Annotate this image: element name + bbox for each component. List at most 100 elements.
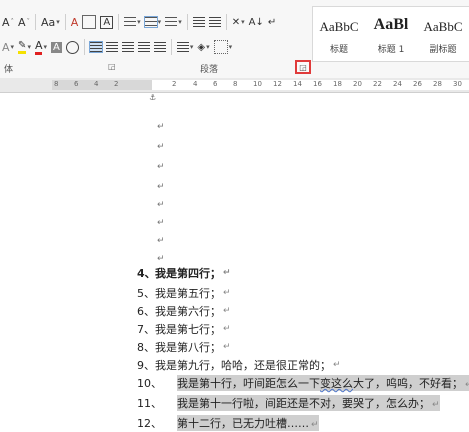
ruler-tick-label: 6 <box>213 80 218 88</box>
ribbon-row-2: A ▾ ✎ ▾ A ▾ A ▾ ◈ ▾ ▾ <box>0 36 234 58</box>
group-label-font: 体 <box>4 65 14 75</box>
align-center-icon <box>105 42 118 52</box>
text-effect-button[interactable]: A ▾ <box>0 38 16 56</box>
ruler-tick-label: 22 <box>373 80 382 88</box>
borders-button[interactable]: ▾ <box>212 38 235 56</box>
chinese-layout-button[interactable]: ✕ ▾ <box>230 13 247 31</box>
chinese-layout-icon: ✕ <box>231 16 241 28</box>
horizontal-ruler[interactable]: 8 6 4 2 2 4 6 8 10 12 14 16 18 20 22 24 26 28 30 <box>0 78 469 93</box>
selected-text: 我是第十一行啦，间距还是不对，要哭了，怎么办； ↵ <box>177 395 440 411</box>
style-sample: AaBbC <box>423 19 463 34</box>
ruler-tick-label: 18 <box>333 80 342 88</box>
bullets-button[interactable]: ▾ <box>122 13 143 31</box>
group-label-paragraph: 段落 <box>200 65 219 75</box>
decrease-indent-button[interactable] <box>191 13 207 31</box>
highlight-button[interactable]: ✎ ▾ <box>16 38 33 56</box>
increase-indent-button[interactable] <box>207 13 223 31</box>
align-right-icon <box>121 42 134 52</box>
selected-text: 第十二行，已无力吐槽…… ↵ <box>177 415 319 431</box>
ruler-tick-label: 2 <box>114 80 119 88</box>
ruler-tick-label: 8 <box>54 80 59 88</box>
ruler-tick-label: 10 <box>253 80 262 88</box>
paragraph-anchor-icon: ⚓ <box>149 93 157 102</box>
justify-button[interactable] <box>136 38 152 56</box>
list-item: 11、 我是第十一行啦，间距还是不对，要哭了，怎么办； ↵ <box>137 395 440 411</box>
distributed-button[interactable] <box>152 38 168 56</box>
paragraph-mark: ↵ <box>157 162 165 172</box>
separator <box>225 14 227 30</box>
paragraph-mark: ↵ <box>157 142 165 152</box>
ruler-tick-label: 26 <box>413 80 422 88</box>
ribbon-row-1: Aˆ Aˇ Aa ▾ A A ▾ ▾ ▾ ✕ ▾ A↓ ↵ <box>0 11 278 33</box>
separator <box>64 14 66 30</box>
separator <box>35 14 36 30</box>
style-item-2[interactable]: AaBbC 副标题 <box>417 7 469 61</box>
grammar-squiggle: 变这么 <box>320 377 353 390</box>
pilcrow-icon: ↵ <box>267 16 277 28</box>
paragraph-mark: ↵ <box>157 200 165 210</box>
list-item: 4、 我是第四行； ↵ <box>137 267 231 280</box>
enclose-char-icon <box>65 40 79 54</box>
paragraph-mark: ↵ <box>157 182 165 192</box>
separator <box>186 14 188 30</box>
highlighter-icon: ✎ <box>18 40 27 54</box>
char-shading-button[interactable]: A <box>49 38 64 56</box>
multilevel-list-button[interactable]: ▾ <box>163 13 184 31</box>
font-color-button[interactable]: A ▾ <box>33 38 49 56</box>
char-border-button[interactable]: A <box>98 13 115 31</box>
selected-text: 我是第十行，吁间距怎么一下变这么大了，呜呜，不好看； ↵ <box>177 375 469 391</box>
line-spacing-icon <box>176 42 189 52</box>
change-case-button[interactable]: Aa ▾ <box>39 13 62 31</box>
style-name: 标题 <box>329 45 348 55</box>
style-sample: AaBbC <box>319 19 359 34</box>
paragraph-mark: ↵ <box>157 254 165 264</box>
justify-icon <box>137 42 150 52</box>
phonetic-guide-icon <box>82 15 97 29</box>
ruler-tick-label: 4 <box>193 80 198 88</box>
shading-button[interactable]: ◈ ▾ <box>195 38 211 56</box>
ruler-tick-label: 12 <box>273 80 282 88</box>
line-spacing-button[interactable]: ▾ <box>175 38 196 56</box>
ruler-tick-label: 16 <box>313 80 322 88</box>
list-item: 9、 我是第九行，哈哈，还是很正常的； ↵ <box>137 359 341 372</box>
ruler-tick-label: 8 <box>233 80 238 88</box>
align-left-button[interactable] <box>88 38 104 56</box>
style-name: 标题 1 <box>377 45 405 55</box>
document-canvas[interactable]: ⚓ ↵ ↵ ↵ ↵ ↵ ↵ ↵ ↵ ↵ 4、 我是第四行； ↵ 5、 我是第五行；… <box>0 93 469 432</box>
list-item: 5、 我是第五行； ↵ <box>137 287 231 300</box>
align-right-button[interactable] <box>120 38 136 56</box>
paragraph-mark: ↵ <box>157 236 165 246</box>
align-center-button[interactable] <box>104 38 120 56</box>
numbering-button[interactable]: ▾ <box>143 13 164 31</box>
font-dialog-launcher-icon[interactable]: ◲ <box>108 62 116 71</box>
separator <box>170 39 172 55</box>
phonetic-guide-button[interactable] <box>80 13 98 31</box>
ruler-tick-label: 14 <box>293 80 302 88</box>
grow-font-button[interactable]: Aˆ <box>0 13 16 31</box>
decrease-indent-icon <box>192 17 205 27</box>
separator <box>118 14 120 30</box>
styles-gallery: AaBbC 标题 AaBl 标题 1 AaBbC 副标题 <box>312 6 469 62</box>
style-item-1[interactable]: AaBl 标题 1 <box>365 7 417 61</box>
show-marks-button[interactable]: ↵ <box>266 13 278 31</box>
ruler-tick-label: 2 <box>172 80 177 88</box>
borders-icon <box>213 40 228 54</box>
dialog-launcher-icon: ◲ <box>299 62 307 72</box>
ribbon: Aˆ Aˇ Aa ▾ A A ▾ ▾ ▾ ✕ ▾ A↓ ↵ A ▾ ✎ ▾ A ▾ A ▾… <box>0 0 469 79</box>
style-item-0[interactable]: AaBbC 标题 <box>313 7 365 61</box>
align-left-icon <box>88 41 103 53</box>
list-item: 6、 我是第六行； ↵ <box>137 305 231 318</box>
enclose-char-button[interactable] <box>64 38 81 56</box>
style-sample: AaBl <box>373 16 409 33</box>
sort-button[interactable]: A↓ <box>247 13 266 31</box>
increase-indent-icon <box>208 17 221 27</box>
text-effect-icon: A <box>2 40 10 54</box>
clear-format-button[interactable]: A <box>69 13 81 31</box>
paragraph-dialog-launcher-button[interactable]: ◲ <box>295 60 311 74</box>
list-item: 10、 我是第十行，吁间距怎么一下变这么大了，呜呜，不好看； ↵ <box>137 374 469 392</box>
ruler-margin-area <box>52 80 152 90</box>
ruler-tick-label: 30 <box>453 80 462 88</box>
ruler-tick-label: 24 <box>393 80 402 88</box>
shrink-font-button[interactable]: Aˇ <box>16 13 32 31</box>
multilevel-list-icon <box>165 17 178 27</box>
